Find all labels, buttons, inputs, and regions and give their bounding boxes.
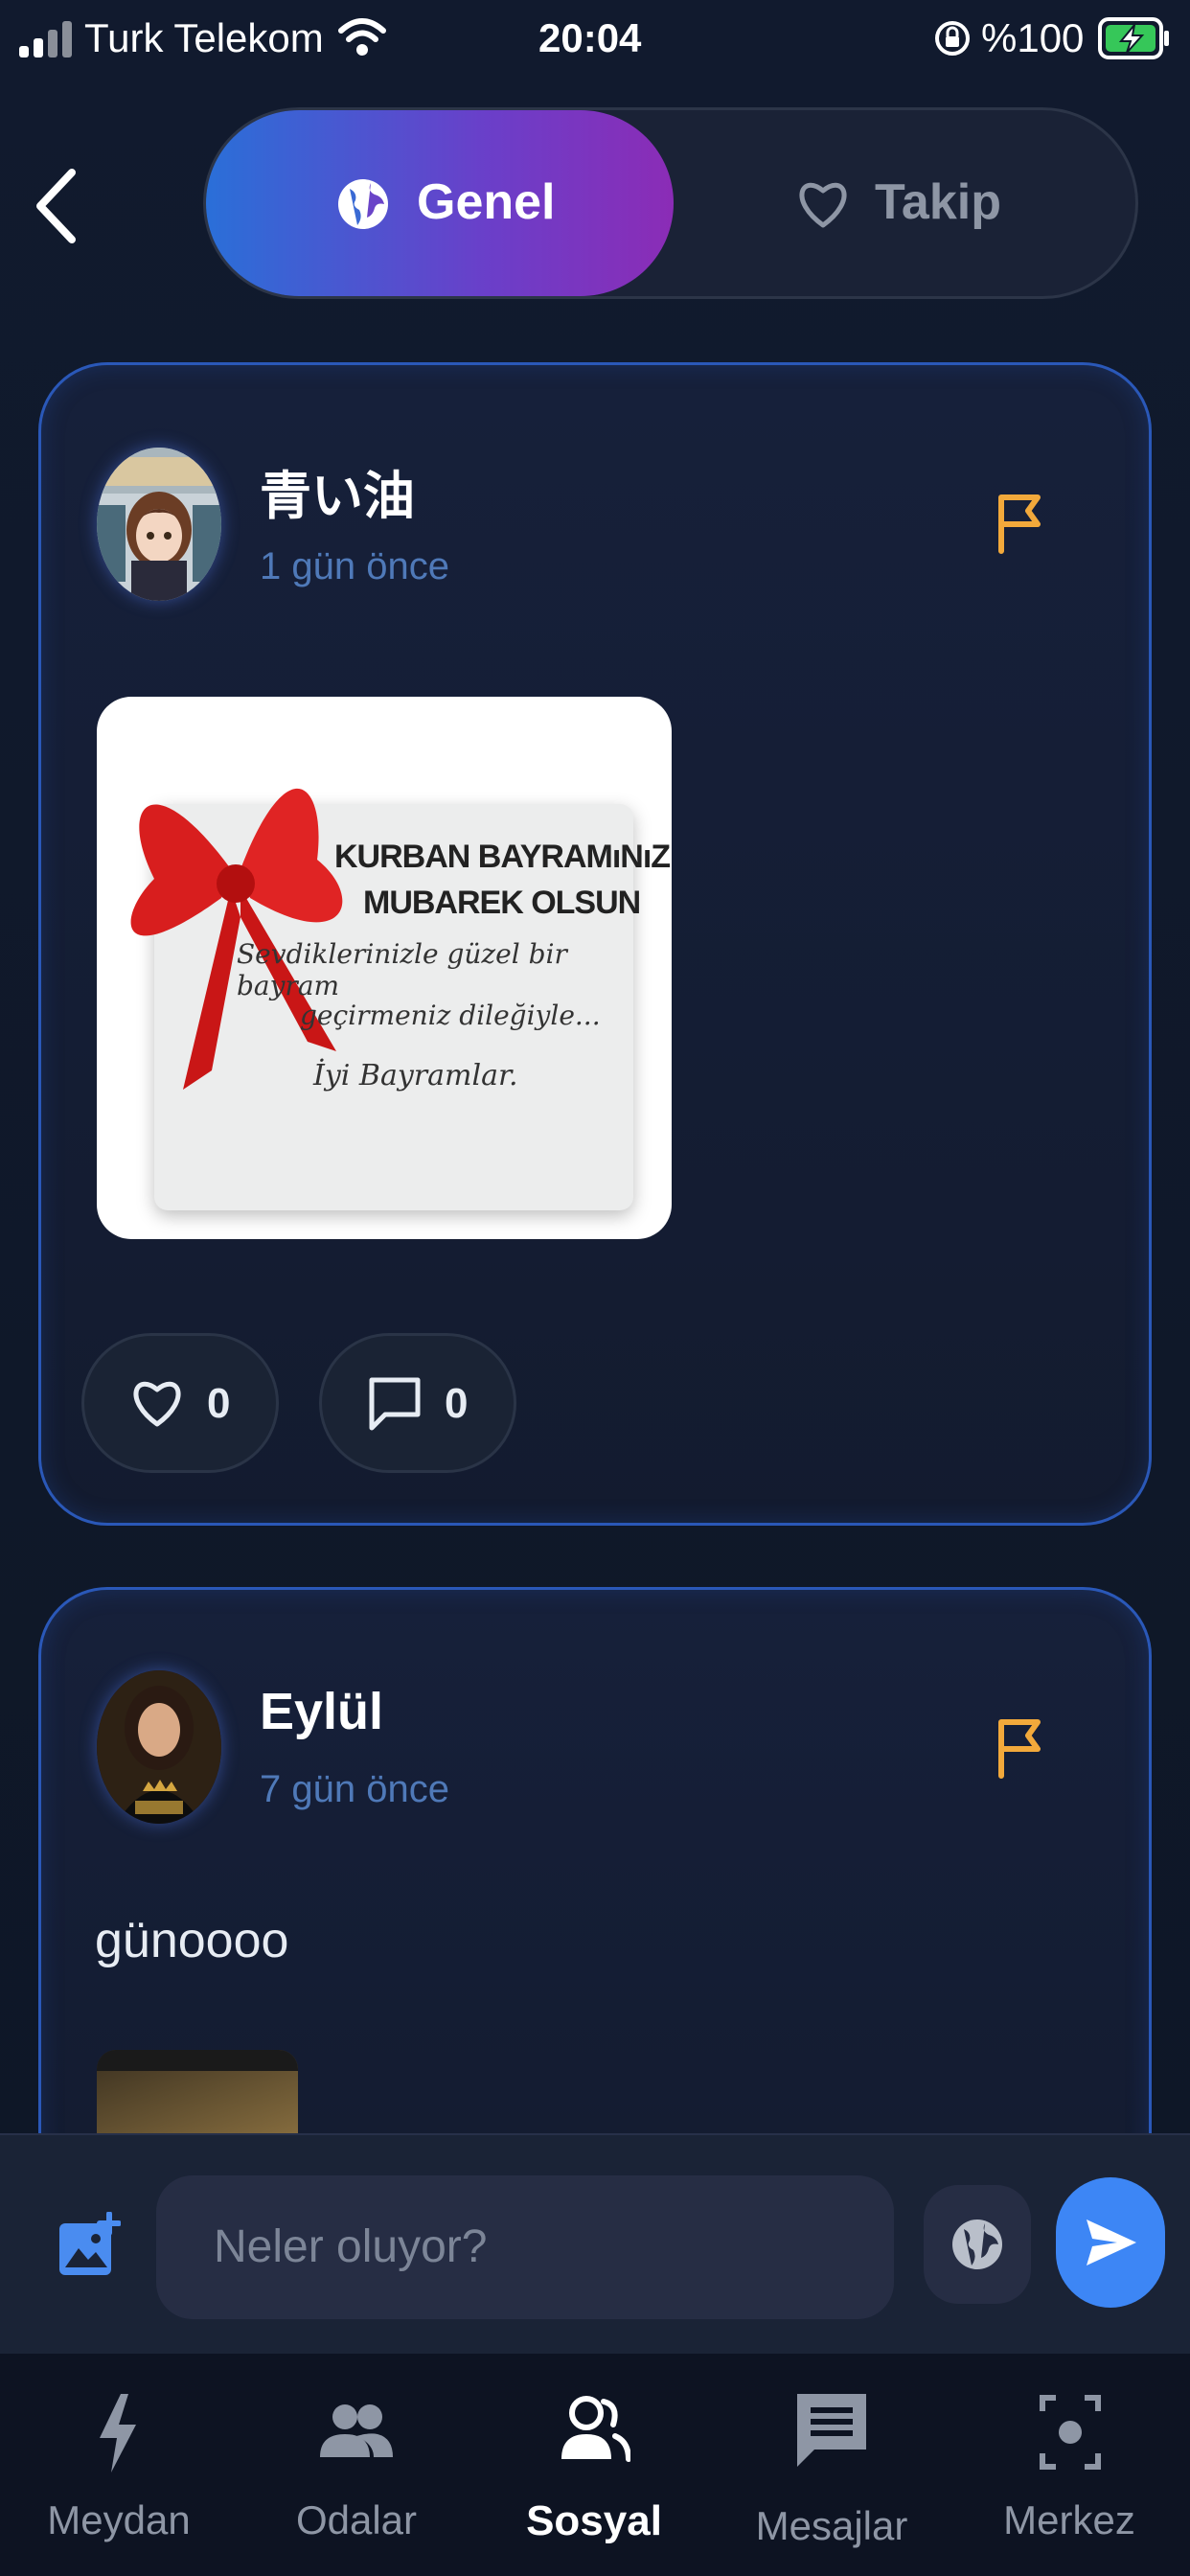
nav-label: Mesajlar [755,2503,908,2548]
nav-item-odalar[interactable]: Odalar [238,2354,475,2576]
nav-label: Sosyal [526,2497,662,2544]
nav-item-mesajlar[interactable]: Mesajlar [713,2354,950,2576]
status-bar: Turk Telekom 20:04 %100 [0,0,1190,77]
image-strip [97,2050,298,2071]
globe-icon [952,2220,1002,2269]
avatar[interactable] [97,448,221,601]
battery-percent: %100 [981,15,1085,60]
lightning-icon [100,2394,136,2472]
card-line-2: MUBAREK OLSUN [363,885,641,921]
comment-button[interactable]: 0 [319,1333,516,1473]
avatar[interactable] [97,1670,221,1824]
tab-genel-label: Genel [417,174,556,230]
wifi-icon [337,15,387,58]
feed-toggle: Genel Takip [203,107,1138,299]
post-username[interactable]: Eylül [260,1682,383,1741]
battery-icon [1098,17,1171,59]
report-flag-button[interactable] [995,1718,1043,1780]
heart-icon [796,179,850,229]
post-username[interactable]: 青い油 [260,453,415,529]
message-icon [797,2394,866,2467]
post-composer: Neler oluyor? [0,2133,1190,2356]
flag-icon [998,494,1041,554]
nav-item-sosyal[interactable]: Sosyal [475,2354,713,2576]
comment-icon [369,1377,421,1431]
card-line-4: geçirmeniz dileğiyle... [300,1000,601,1031]
rotation-lock-icon [933,19,972,58]
like-count: 0 [207,1380,231,1427]
chevron-left-icon [36,169,76,243]
tab-takip-label: Takip [875,174,1001,230]
nav-label: Merkez [1003,2497,1135,2542]
group-icon [561,2396,630,2462]
tab-genel[interactable]: Genel [206,110,674,296]
post-card: 青い油 1 gün önce KURBAN BAYRAMıNıZ MUBAREK… [38,362,1152,1526]
nav-item-meydan[interactable]: Meydan [0,2354,238,2576]
focus-icon [1040,2395,1101,2470]
globe-icon [336,177,390,231]
send-icon [1087,2220,1136,2266]
signal-icon [19,21,75,58]
heart-icon [133,1381,181,1427]
flag-icon [998,1719,1041,1779]
report-flag-button[interactable] [995,494,1043,555]
like-button[interactable]: 0 [81,1333,279,1473]
tab-takip[interactable]: Takip [674,110,1135,296]
nav-item-merkez[interactable]: Merkez [950,2354,1188,2576]
card-line-1: KURBAN BAYRAMıNıZ [334,839,671,875]
bottom-nav: Meydan Odalar Sosyal Mesajlar Merkez [0,2354,1190,2576]
clock: 20:04 [538,15,642,60]
back-button[interactable] [29,163,86,249]
post-time: 1 gün önce [260,545,449,587]
nav-label: Meydan [47,2497,191,2542]
carrier-name: Turk Telekom [84,15,324,60]
people-icon [320,2404,393,2457]
card-line-3: Sevdiklerinizle güzel bir bayram [237,938,567,1001]
add-image-button[interactable] [57,2212,121,2279]
post-image[interactable]: KURBAN BAYRAMıNıZ MUBAREK OLSUN Sevdikle… [97,697,672,1239]
nav-label: Odalar [295,2497,418,2542]
add-photo-icon [59,2212,121,2275]
card-line-5: İyi Bayramlar. [313,1059,518,1092]
visibility-button[interactable] [924,2185,1031,2304]
post-input[interactable]: Neler oluyor? [156,2175,894,2319]
post-text: günoooo [95,1913,289,1968]
send-button[interactable] [1056,2177,1165,2308]
post-time: 7 gün önce [260,1768,449,1810]
comment-count: 0 [445,1380,469,1427]
